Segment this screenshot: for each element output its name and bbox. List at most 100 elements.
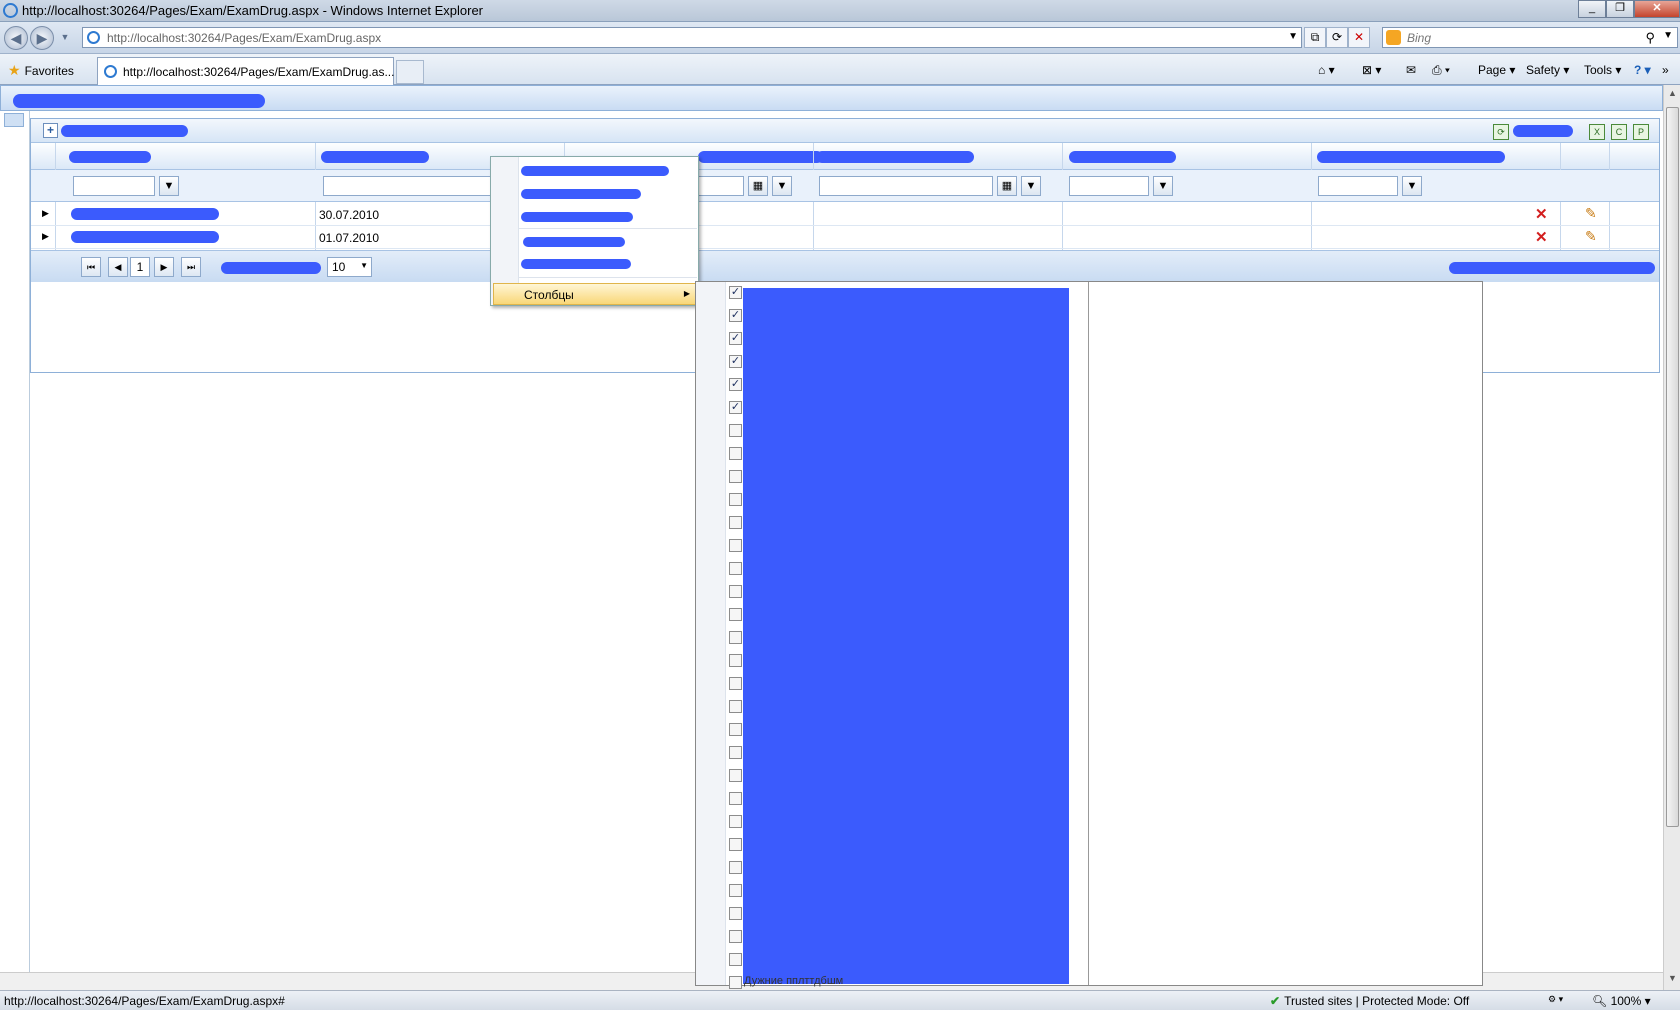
column-checkbox[interactable] [729,838,742,851]
context-menu-columns[interactable]: Столбцы ▶ [493,283,697,305]
export-csv-icon[interactable]: C [1611,124,1627,140]
context-menu-item-2[interactable] [521,189,641,199]
filter-input-col-6[interactable] [1318,176,1398,196]
filter-input-col-4[interactable] [819,176,993,196]
page-menu[interactable]: Page ▾ [1478,63,1515,77]
current-page[interactable]: 1 [130,257,150,277]
prev-page-icon[interactable]: ◀ [108,257,128,277]
context-menu-item-1[interactable] [521,166,669,176]
edit-pencil-icon[interactable]: ✎ [1585,205,1597,222]
restore-button[interactable]: ❐ [1606,0,1634,18]
security-zone[interactable]: ✔ Trusted sites | Protected Mode: Off [1270,994,1469,1008]
filter-input-col-5[interactable] [1069,176,1149,196]
safety-menu[interactable]: Safety ▾ [1526,63,1569,77]
page-size-select[interactable]: 10 ▼ [327,257,372,277]
feeds-icon[interactable]: ⊠ ▾ [1362,63,1381,77]
stop-icon[interactable]: ✕ [1348,27,1370,48]
column-checkbox[interactable]: ✓ [729,401,742,414]
column-checkbox[interactable] [729,631,742,644]
filter-icon[interactable]: ▼ [1021,176,1041,196]
context-menu-item-5[interactable] [521,259,631,269]
column-checkbox[interactable] [729,677,742,690]
header-col-6[interactable] [1317,151,1505,163]
header-col-5[interactable] [1069,151,1176,163]
column-checkbox[interactable] [729,700,742,713]
first-page-icon[interactable]: ⏮ [81,257,101,277]
column-checkbox[interactable] [729,930,742,943]
filter-icon[interactable]: ▼ [1153,176,1173,196]
delete-icon[interactable]: ✕ [1535,228,1548,246]
column-checkbox[interactable] [729,976,742,989]
favorites-button[interactable]: ★ Favorites [8,62,74,79]
refresh-icon[interactable]: ⟳ [1326,27,1348,48]
search-options-icon[interactable]: ▼ [1663,30,1673,41]
context-menu-item-3[interactable] [521,212,633,222]
filter-input-col-3[interactable] [696,176,744,196]
close-button[interactable]: ✕ [1634,0,1680,18]
delete-icon[interactable]: ✕ [1535,205,1548,223]
calendar-icon[interactable]: ▦ [997,176,1017,196]
column-checkbox[interactable] [729,792,742,805]
browser-tab[interactable]: http://localhost:30264/Pages/Exam/ExamDr… [97,57,394,85]
last-page-icon[interactable]: ⏭ [181,257,201,277]
column-checkbox[interactable] [729,539,742,552]
column-checkbox[interactable]: ✓ [729,355,742,368]
expand-row-icon[interactable]: ▶ [42,208,49,219]
vertical-scrollbar[interactable]: ▲ ▼ [1663,85,1680,990]
forward-button[interactable]: ▶ [30,26,54,50]
context-menu-item-4[interactable] [523,237,625,247]
column-checkbox[interactable] [729,654,742,667]
new-tab-button[interactable] [396,60,424,84]
address-dropdown-icon[interactable]: ▼ [1288,31,1298,42]
add-record-button[interactable]: + [43,123,58,138]
header-col-1[interactable] [69,151,151,163]
edit-pencil-icon[interactable]: ✎ [1585,228,1597,245]
column-checkbox[interactable] [729,493,742,506]
column-checkbox[interactable]: ✓ [729,286,742,299]
column-checkbox[interactable] [729,861,742,874]
print-icon[interactable]: ⎙ ▾ [1432,63,1450,78]
header-col-3[interactable] [698,151,823,163]
minimize-button[interactable]: _ [1578,0,1606,18]
tools-menu[interactable]: Tools ▾ [1584,63,1621,77]
overflow-chevron-icon[interactable]: » [1662,63,1669,77]
export-pdf-icon[interactable]: P [1633,124,1649,140]
search-box[interactable]: Bing ⚲ ▼ [1382,27,1678,48]
recent-pages-dropdown-icon[interactable]: ▼ [57,26,73,50]
expand-row-icon[interactable]: ▶ [42,231,49,242]
refresh-grid-icon[interactable]: ⟳ [1493,124,1509,140]
header-col-4[interactable] [816,151,974,163]
popup-blocker-icon[interactable]: ⚙ ▾ [1548,994,1563,1005]
column-checkbox[interactable] [729,447,742,460]
column-checkbox[interactable] [729,769,742,782]
home-icon[interactable]: ⌂ ▾ [1318,63,1335,77]
export-excel-icon[interactable]: X [1589,124,1605,140]
column-checkbox[interactable] [729,884,742,897]
back-button[interactable]: ◀ [4,26,28,50]
calendar-icon[interactable]: ▦ [748,176,768,196]
column-checkbox[interactable] [729,585,742,598]
column-checkbox[interactable] [729,815,742,828]
column-checkbox[interactable] [729,907,742,920]
compatibility-view-icon[interactable]: ⧉ [1304,27,1326,48]
filter-icon[interactable]: ▼ [772,176,792,196]
column-checkbox[interactable] [729,723,742,736]
filter-input-col-1[interactable] [73,176,155,196]
column-checkbox[interactable] [729,953,742,966]
help-icon[interactable]: ? ▾ [1634,63,1651,77]
mail-icon[interactable]: ✉ [1406,63,1416,77]
column-checkbox[interactable] [729,608,742,621]
filter-icon[interactable]: ▼ [159,176,179,196]
address-field[interactable]: http://localhost:30264/Pages/Exam/ExamDr… [82,27,1302,48]
column-checkbox[interactable] [729,746,742,759]
filter-icon[interactable]: ▼ [1402,176,1422,196]
table-row[interactable]: ▶ 01.07.2010 ✕ ✎ [31,226,1659,249]
scroll-thumb[interactable] [1666,107,1679,827]
zoom-control[interactable]: 🔍︎ 100% ▾ [1592,994,1651,1008]
search-icon[interactable]: ⚲ [1645,30,1655,46]
column-checkbox[interactable] [729,562,742,575]
column-checkbox[interactable]: ✓ [729,378,742,391]
scroll-up-icon[interactable]: ▲ [1664,88,1680,98]
table-row[interactable]: ▶ 30.07.2010 ✕ ✎ [31,203,1659,226]
header-col-2[interactable] [321,151,429,163]
